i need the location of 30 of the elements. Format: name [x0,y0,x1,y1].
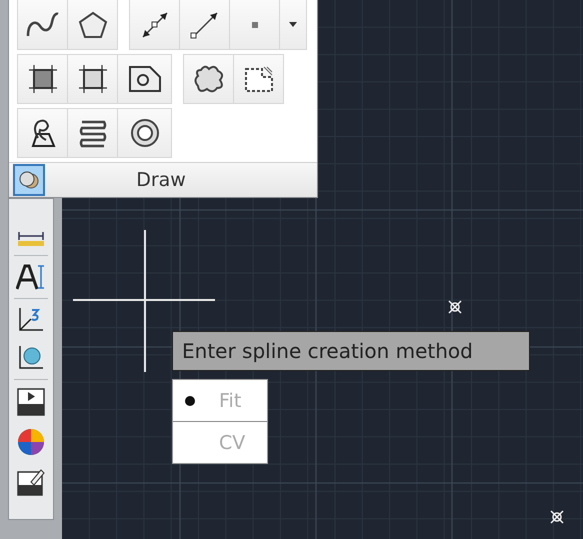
point-marker-icon [550,510,564,524]
text-icon[interactable] [16,264,46,290]
axis-icon[interactable] [17,307,45,333]
video-icon[interactable] [17,388,45,416]
point-marker-icon [448,300,462,314]
line-tool[interactable] [179,0,230,50]
pentagon-icon [78,10,108,38]
gradient-square-icon [78,64,108,94]
spline-tool[interactable] [17,0,68,50]
command-prompt: Enter spline creation method [172,331,530,371]
dashed-shape-icon [244,65,274,93]
dimension-icon[interactable] [17,231,45,247]
boundary-shape-icon [128,65,162,93]
menu-option[interactable]: Fit [173,380,267,422]
ring-icon [130,118,160,148]
spheres-icon [19,170,39,190]
pin-button[interactable] [13,164,45,196]
globe-axis-icon[interactable] [17,345,45,371]
hatch-square-icon [28,64,58,94]
caret-icon [289,22,297,27]
edit-video-icon[interactable] [17,468,45,496]
color-wheel-icon[interactable] [17,428,45,456]
menu-option[interactable]: CV [173,422,267,463]
curve-icon [26,12,60,38]
point-icon [252,22,258,28]
polygon-tool[interactable] [67,0,118,50]
line-arrow-icon [188,10,220,40]
panel-title: Draw [135,169,187,191]
cloud-shape-icon [192,64,224,94]
coil-icon [78,118,108,148]
